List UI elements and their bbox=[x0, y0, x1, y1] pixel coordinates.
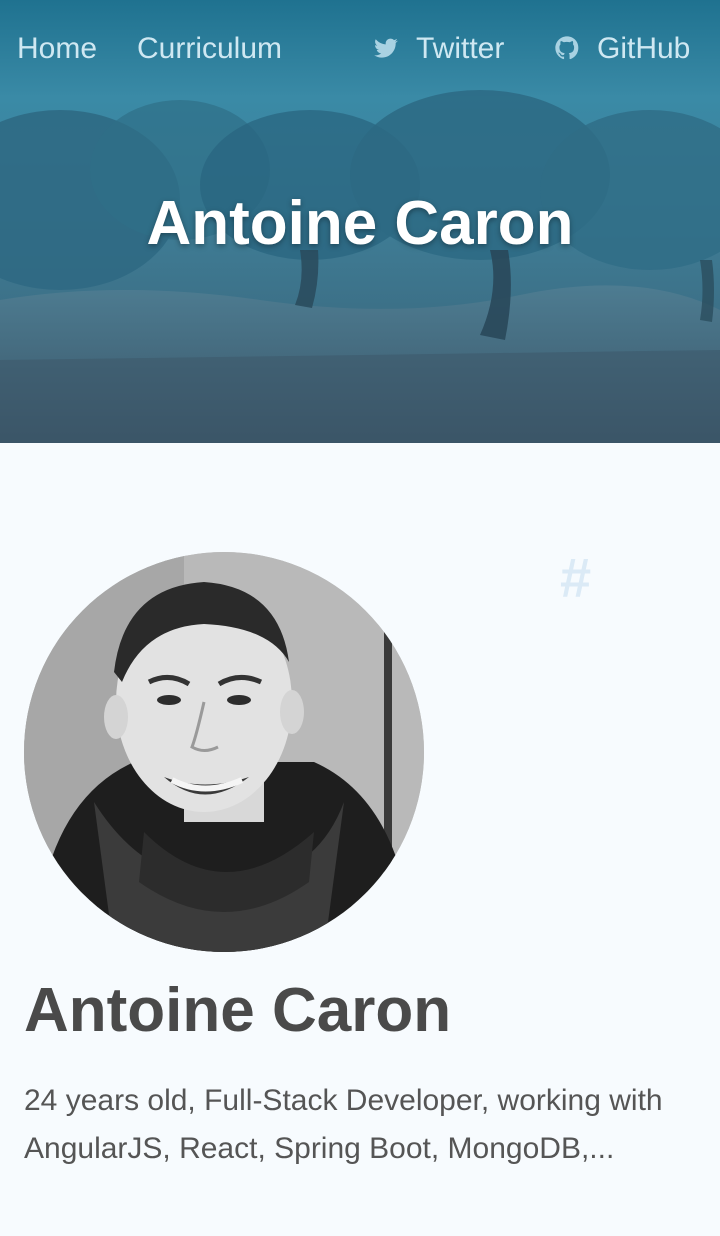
profile-avatar bbox=[24, 552, 424, 952]
nav-curriculum-link[interactable]: Curriculum bbox=[137, 30, 282, 68]
profile-photo bbox=[24, 552, 424, 952]
twitter-icon bbox=[374, 38, 399, 58]
nav-github-link[interactable]: GitHub bbox=[553, 30, 690, 68]
nav-home-link[interactable]: Home bbox=[17, 30, 97, 68]
hero-title: Antoine Caron bbox=[146, 189, 574, 258]
section-anchor-link[interactable]: # bbox=[560, 548, 591, 608]
nav-twitter-link[interactable]: Twitter bbox=[372, 30, 504, 68]
profile-bio: 24 years old, Full-Stack Developer, work… bbox=[24, 1084, 663, 1165]
nav-twitter-label: Twitter bbox=[416, 32, 505, 65]
hero-banner: Home Curriculum Twitter GitHub Antoine C… bbox=[0, 0, 720, 443]
profile-name: Antoine Caron bbox=[24, 976, 452, 1045]
nav-github-label: GitHub bbox=[597, 32, 691, 65]
top-navigation: Home Curriculum Twitter GitHub bbox=[0, 0, 720, 100]
github-icon bbox=[555, 36, 579, 60]
